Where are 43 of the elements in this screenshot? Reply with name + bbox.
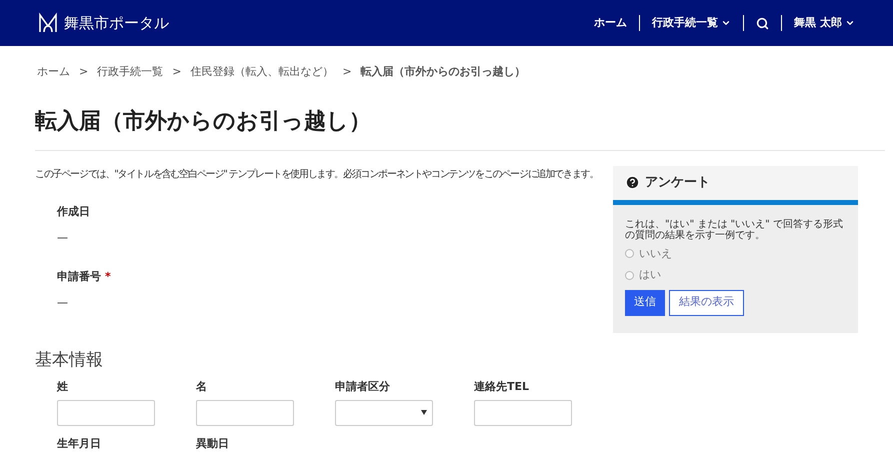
radio-button[interactable] — [625, 270, 634, 280]
field-label: 申請者区分 — [335, 379, 391, 395]
portal-title: 舞黒市ポータル — [64, 12, 169, 34]
field-label: 申請番号 — [57, 268, 101, 284]
section-title: 基本情報 — [35, 348, 104, 372]
survey-question: これは、"はい" または "いいえ" で回答する形式の質問の結果を示す一例です。 — [625, 218, 844, 240]
field-value: — — [57, 295, 69, 311]
caret-icon — [421, 410, 427, 415]
nav-link[interactable]: 舞黒 太郎 — [794, 14, 855, 32]
field-label: 生年月日 — [57, 436, 102, 452]
field-label: 連絡先TEL — [474, 379, 530, 395]
page-title: 転入届（市外からのお引っ越し） — [34, 108, 372, 136]
caret-icon — [721, 18, 732, 28]
breadcrumb-link[interactable]: 住民登録（転入、転出など） — [190, 64, 334, 80]
field-label: 作成日 — [57, 204, 90, 220]
breadcrumb-separator: > — [172, 64, 182, 80]
submit-button[interactable]: 送信 — [625, 290, 665, 316]
nav-link[interactable]: ホーム — [594, 14, 628, 32]
field-label: 姓 — [57, 379, 69, 395]
results-button[interactable]: 結果の表示 — [669, 290, 744, 316]
nav-link[interactable]: 行政手続一覧 — [652, 14, 732, 32]
input-field[interactable] — [57, 400, 155, 426]
breadcrumb-link[interactable]: ホーム — [37, 64, 70, 80]
caret-icon — [845, 18, 855, 28]
survey-title: アンケート — [645, 174, 710, 192]
radio-button[interactable] — [625, 249, 634, 258]
field-value: — — [57, 230, 69, 246]
input-field[interactable] — [196, 400, 294, 426]
breadcrumb-separator: > — [79, 64, 88, 80]
breadcrumb-current: 転入届（市外からのお引っ越し） — [360, 64, 526, 80]
logo-icon — [38, 12, 58, 34]
field-label: 名 — [196, 379, 208, 395]
required-mark: * — [105, 268, 111, 284]
breadcrumb-separator: > — [342, 64, 352, 80]
input-field[interactable] — [474, 400, 572, 426]
field-label: 異動日 — [196, 436, 230, 452]
search-icon[interactable] — [756, 16, 770, 30]
radio-option[interactable]: はい — [625, 267, 846, 284]
description-text: この子ページでは、"タイトルを含む空白ページ" テンプレートを使用します。必須コンポーネントやコンテンツをこのページに追加できます。 — [35, 168, 600, 182]
select-field[interactable] — [335, 400, 433, 426]
help-icon — [625, 175, 640, 190]
radio-option[interactable]: いいえ — [625, 246, 846, 262]
breadcrumb-link[interactable]: 行政手続一覧 — [97, 64, 164, 80]
